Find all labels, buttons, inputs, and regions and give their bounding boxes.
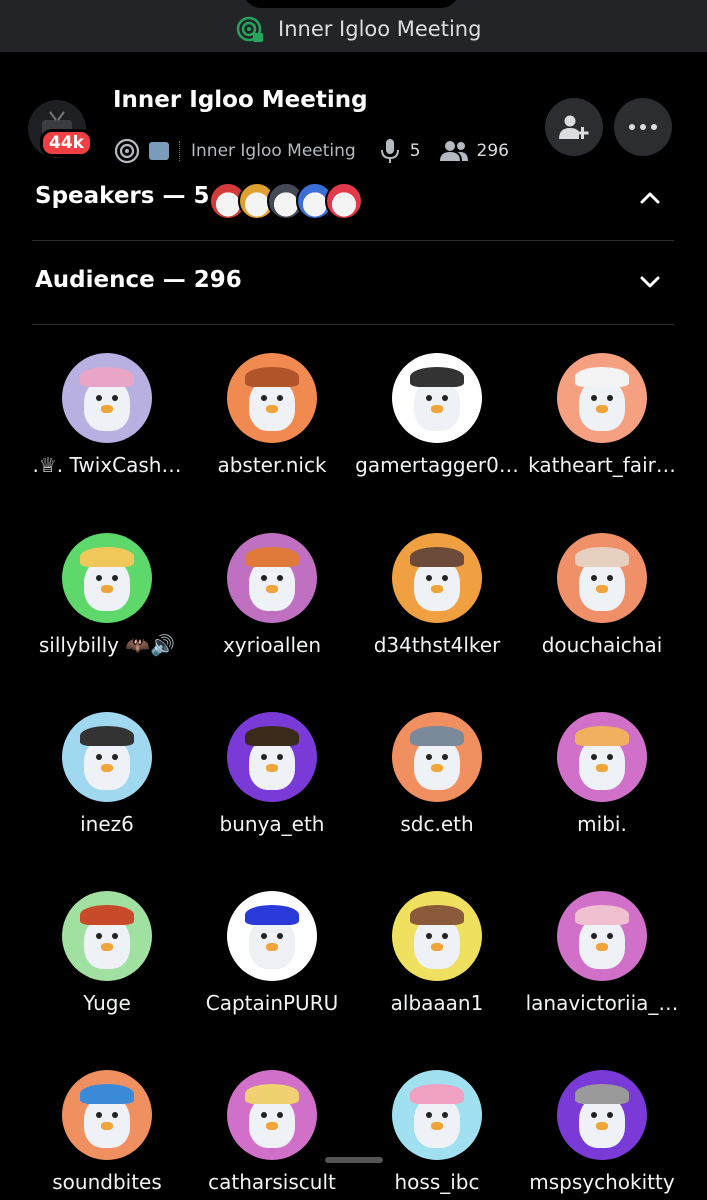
listener-count: 296	[476, 141, 509, 161]
avatar	[392, 533, 482, 623]
username: catharsiscult	[208, 1170, 336, 1194]
divider	[32, 240, 674, 241]
audience-member[interactable]: catharsiscult	[187, 1070, 357, 1194]
audience-member[interactable]: douchaichai	[517, 533, 687, 657]
username: .♕. TwixCash…	[32, 453, 182, 477]
avatar	[557, 891, 647, 981]
avatar	[227, 533, 317, 623]
audience-member[interactable]: bunya_eth	[187, 712, 357, 836]
username: abster.nick	[217, 453, 327, 477]
stage-meta: Inner Igloo Meeting 5 296	[113, 136, 519, 166]
audience-member[interactable]: d34thst4lker	[352, 533, 522, 657]
audience-member[interactable]: lanavictoriia_…	[517, 891, 687, 1015]
speaker-count: 5	[409, 141, 421, 161]
avatar	[62, 712, 152, 802]
avatar	[62, 1070, 152, 1160]
username: d34thst4lker	[373, 633, 501, 657]
audience-member[interactable]: .♕. TwixCash…	[22, 353, 192, 477]
avatar	[392, 353, 482, 443]
audience-header[interactable]: Audience — 296	[35, 267, 242, 293]
username: inez6	[80, 812, 134, 836]
avatar	[557, 712, 647, 802]
audience-member[interactable]: abster.nick	[187, 353, 357, 477]
audience-member[interactable]: sillybilly 🦇🔊	[22, 533, 192, 657]
stage-top-title: Inner Igloo Meeting	[278, 17, 482, 41]
chevron-up-icon[interactable]	[636, 184, 664, 212]
avatar	[62, 353, 152, 443]
scroll-handle[interactable]	[325, 1157, 383, 1163]
ice-emoji	[149, 142, 169, 160]
username: sdc.eth	[400, 812, 474, 836]
audience-member[interactable]: sdc.eth	[352, 712, 522, 836]
more-icon	[629, 124, 657, 130]
audience-member[interactable]: xyrioallen	[187, 533, 357, 657]
audience-member[interactable]: katheart_fair…	[517, 353, 687, 477]
separator	[179, 141, 181, 161]
audience-member[interactable]: inez6	[22, 712, 192, 836]
avatar	[62, 891, 152, 981]
username: albaaan1	[390, 991, 484, 1015]
username: douchaichai	[541, 633, 663, 657]
avatar	[227, 353, 317, 443]
username: CaptainPURU	[205, 991, 339, 1015]
avatar	[557, 533, 647, 623]
phone-notch	[243, 0, 459, 8]
username: lanavictoriia_…	[525, 991, 679, 1015]
audience-member[interactable]: CaptainPURU	[187, 891, 357, 1015]
speaker-avatar[interactable]	[325, 182, 363, 220]
username: hoss_ibc	[394, 1170, 480, 1194]
audience-member[interactable]: gamertagger0…	[352, 353, 522, 477]
stage-top-bar[interactable]: Inner Igloo Meeting	[0, 0, 707, 52]
username: gamertagger0…	[355, 453, 519, 477]
add-person-icon	[559, 115, 589, 139]
audience-member[interactable]: Yuge	[22, 891, 192, 1015]
notification-badge: 44k	[40, 129, 93, 157]
avatar	[227, 712, 317, 802]
avatar	[392, 891, 482, 981]
username: mspsychokitty	[529, 1170, 675, 1194]
audience-member[interactable]: mspsychokitty	[517, 1070, 687, 1194]
microphone-icon	[380, 139, 399, 163]
avatar	[392, 712, 482, 802]
invite-button[interactable]	[545, 98, 603, 156]
stage-lock-icon	[236, 16, 263, 42]
avatar	[557, 353, 647, 443]
audience-member[interactable]: hoss_ibc	[352, 1070, 522, 1194]
username: sillybilly 🦇🔊	[38, 633, 176, 657]
audience-member[interactable]: mibi.	[517, 712, 687, 836]
avatar	[62, 533, 152, 623]
username: bunya_eth	[219, 812, 325, 836]
username: mibi.	[577, 812, 627, 836]
chevron-down-icon[interactable]	[636, 268, 664, 296]
stage-title: Inner Igloo Meeting	[113, 87, 368, 113]
avatar	[227, 1070, 317, 1160]
stage-icon	[114, 138, 140, 164]
avatar	[392, 1070, 482, 1160]
divider	[32, 324, 674, 325]
username: katheart_fair…	[528, 453, 676, 477]
speakers-header[interactable]: Speakers — 5	[35, 183, 209, 209]
channel-name: Inner Igloo Meeting	[191, 141, 356, 161]
username: Yuge	[83, 991, 131, 1015]
username: xyrioallen	[222, 633, 322, 657]
audience-member[interactable]: soundbites	[22, 1070, 192, 1194]
avatar	[227, 891, 317, 981]
username: soundbites	[52, 1170, 162, 1194]
audience-member[interactable]: albaaan1	[352, 891, 522, 1015]
more-options-button[interactable]	[614, 98, 672, 156]
people-icon	[439, 141, 468, 161]
avatar	[557, 1070, 647, 1160]
